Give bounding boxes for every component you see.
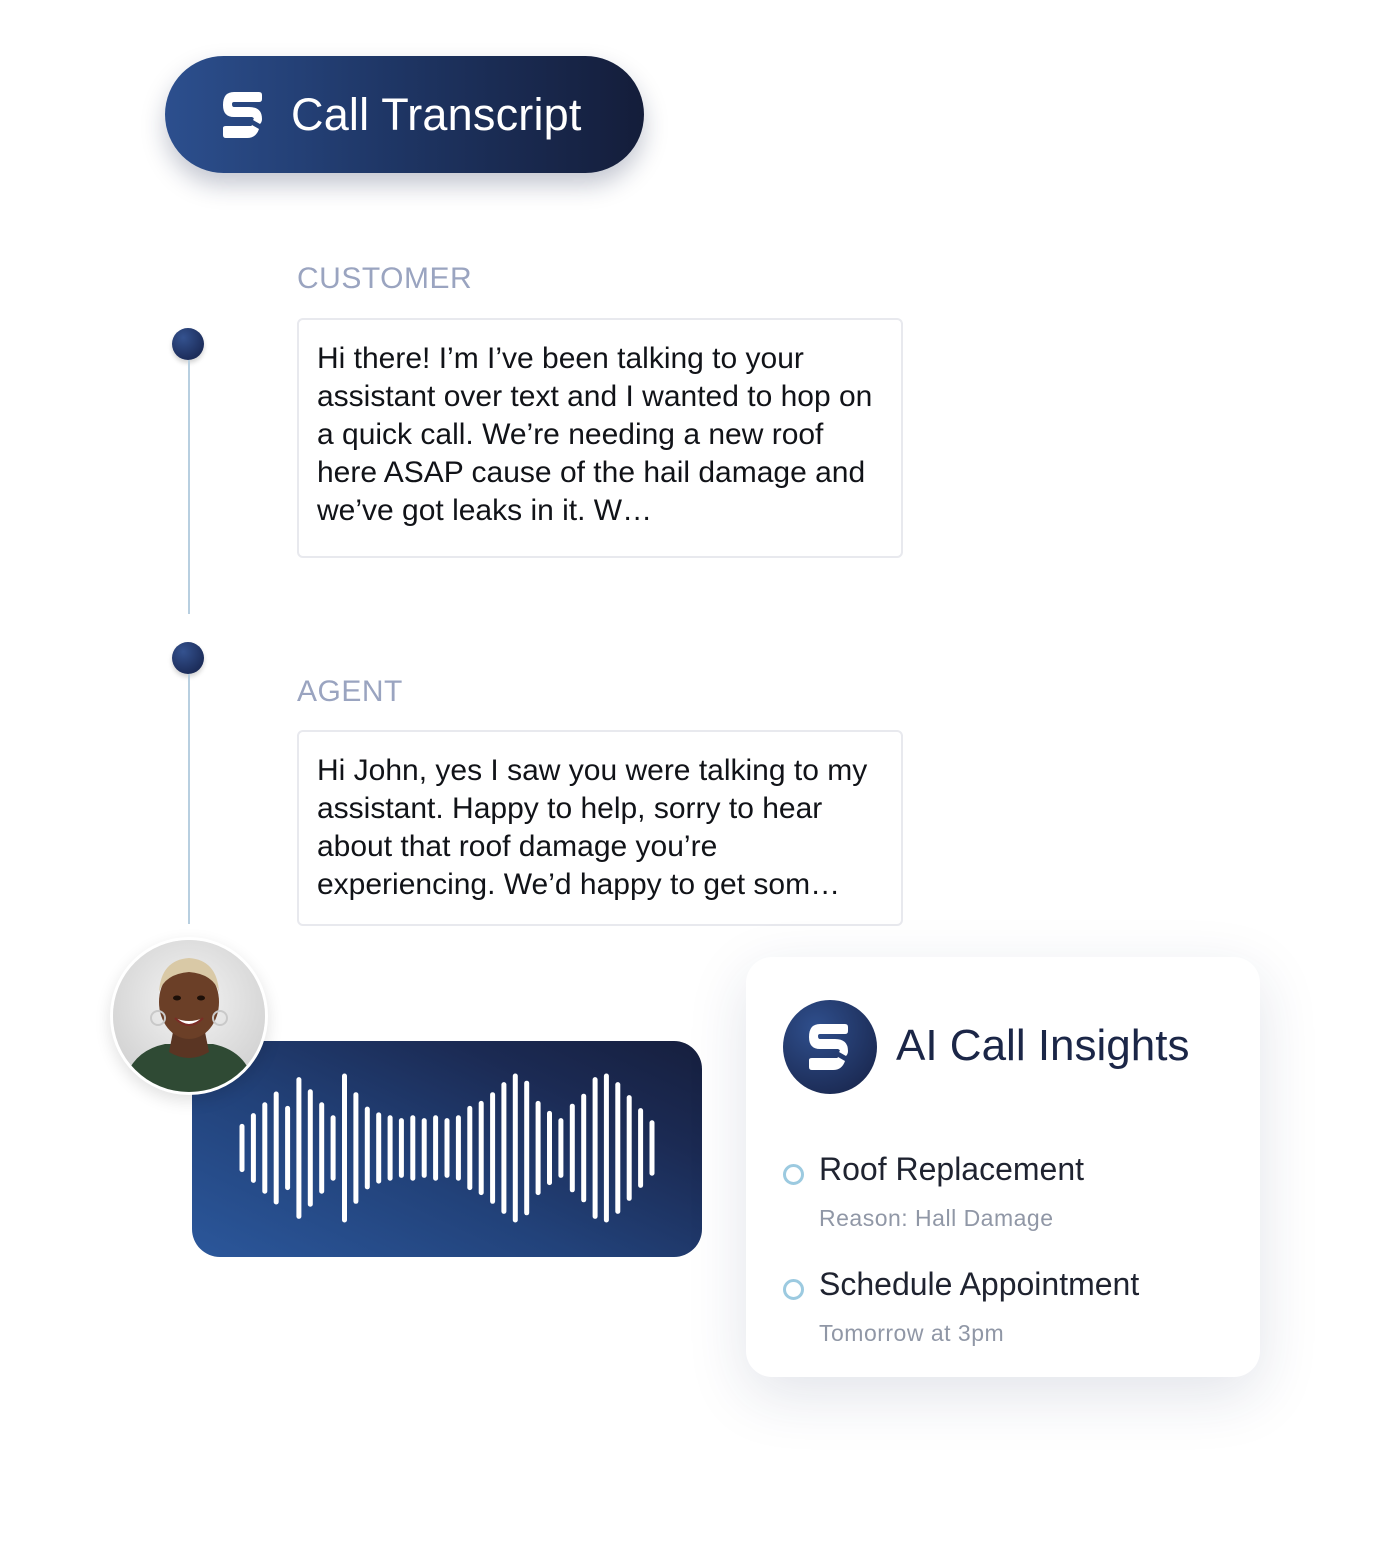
page-title: Call Transcript — [291, 88, 582, 140]
s-logo-icon — [223, 91, 262, 138]
insight-label: Schedule Appointment — [819, 1266, 1140, 1302]
transcript-message-agent[interactable]: Hi John, yes I saw you were talking to m… — [297, 730, 903, 926]
circle-outline-icon — [783, 1164, 804, 1185]
timeline-line — [188, 360, 190, 614]
insights-title: AI Call Insights — [896, 1021, 1190, 1070]
speaker-label-agent: AGENT — [297, 675, 403, 708]
insight-detail: Tomorrow at 3pm — [819, 1320, 1005, 1346]
avatar-portrait — [113, 940, 265, 1092]
ai-call-insights-card: AI Call Insights Roof Replacement Reason… — [746, 957, 1260, 1377]
message-text: Hi there! I’m I’ve been talking to your … — [317, 342, 873, 527]
agent-avatar — [110, 937, 268, 1095]
timeline-dot-customer — [172, 328, 204, 360]
insight-detail: Reason: Hall Damage — [819, 1205, 1054, 1231]
call-audio-player[interactable] — [192, 1041, 702, 1257]
circle-outline-icon — [783, 1279, 804, 1300]
transcript-message-customer[interactable]: Hi there! I’m I’ve been talking to your … — [297, 318, 903, 558]
s-logo-icon — [783, 1000, 877, 1094]
audio-waveform-icon — [239, 1073, 655, 1223]
insight-label: Roof Replacement — [819, 1151, 1085, 1187]
call-transcript-header: Call Transcript — [165, 56, 644, 173]
speaker-label-customer: CUSTOMER — [297, 262, 473, 295]
timeline-dot-agent — [172, 642, 204, 674]
timeline-line — [188, 674, 190, 924]
message-text: Hi John, yes I saw you were talking to m… — [317, 754, 868, 901]
